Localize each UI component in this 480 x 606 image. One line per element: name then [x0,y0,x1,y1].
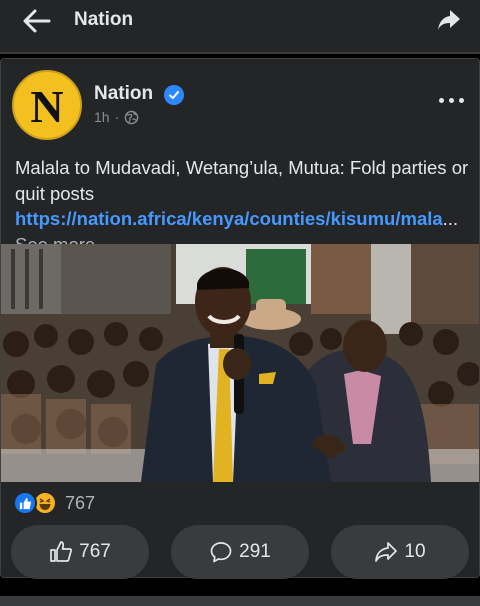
reactions-summary[interactable]: 767 [13,491,95,515]
share-arrow-icon [375,542,398,562]
share-count: 10 [404,541,426,562]
comment-button[interactable]: 291 [171,525,309,579]
comment-count: 291 [239,541,271,562]
post-link[interactable]: https://nation.africa/kenya/counties/kis… [15,208,443,229]
share-button[interactable]: 10 [331,525,469,579]
top-bar: Nation [0,0,480,54]
post-text: Malala to Mudavadi, Wetang’ula, Mutua: F… [15,155,471,257]
avatar[interactable]: N [12,70,82,140]
comment-icon [210,542,232,563]
thumbs-up-icon [50,541,73,562]
post-body: Malala to Mudavadi, Wetang’ula, Mutua: F… [15,157,469,204]
next-post-edge [0,596,480,606]
reaction-count: 767 [65,492,96,513]
page-title: Nation [74,9,134,30]
meta-separator: · [114,109,120,125]
share-icon[interactable] [437,9,461,31]
post-ellipsis: ... [442,208,459,229]
globe-icon [124,110,139,124]
post-time: 1h [94,109,110,125]
arrow-left-icon[interactable] [22,8,52,34]
like-icon [13,491,37,515]
post-card: N Nation 1h · Malala to Mudavadi, Wetang… [0,58,480,579]
avatar-letter: N [30,81,64,132]
verified-badge-icon [164,85,184,105]
photo-illustration [1,244,479,482]
post-image[interactable] [1,244,479,482]
like-button[interactable]: 767 [11,525,149,579]
page-name[interactable]: Nation [94,83,153,105]
post-meta: 1h · [94,109,139,125]
more-options-icon[interactable] [439,87,465,113]
like-count: 767 [79,541,111,562]
